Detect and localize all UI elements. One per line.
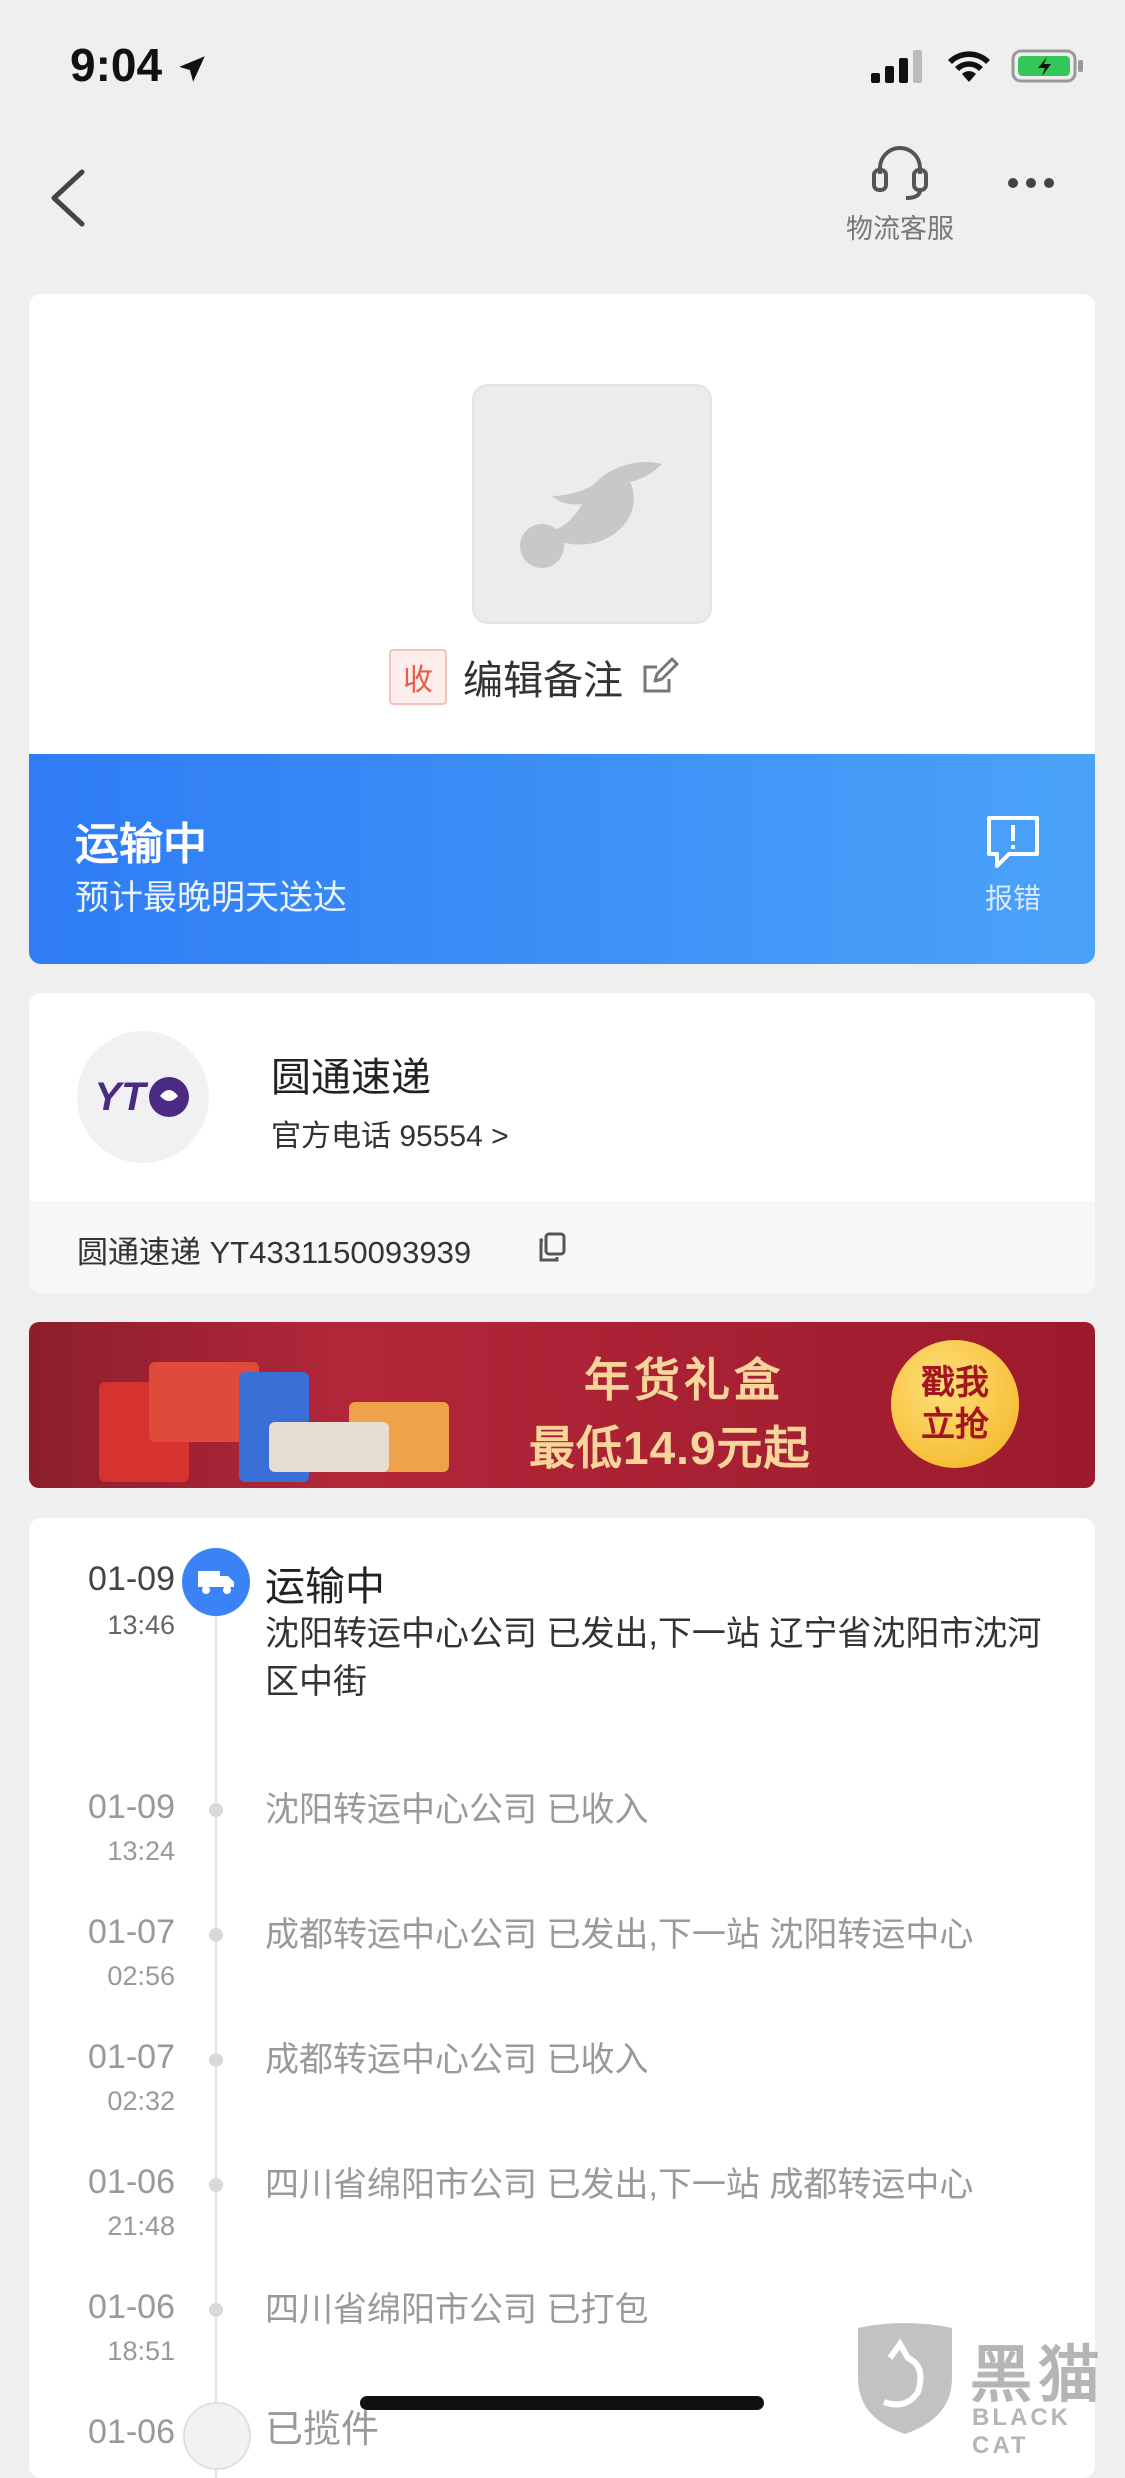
timeline-event-text: 沈阳转运中心公司 已收入 [265,1791,649,1829]
timeline-date: 01-09 [88,1560,175,1598]
package-image [472,384,712,624]
promo-grab-button[interactable]: 戳我立抢 [891,1340,1019,1468]
timeline-time: 02:32 [107,2086,175,2116]
timeline-date: 01-07 [88,2038,175,2076]
status-subtitle: 预计最晚明天送达 [75,879,347,917]
timeline-time: 13:46 [107,1610,175,1640]
delivery-status-banner: 运输中 预计最晚明天送达 报错 [29,754,1095,964]
courier-logo-mark [148,1077,189,1117]
timeline-date: 01-06 [88,2163,175,2201]
service-label: 物流客服 [846,214,954,244]
gift-box-image [99,1362,449,1482]
timeline-date: 01-06 [88,2413,175,2451]
timeline-time: 18:51 [107,2336,175,2366]
timeline-date: 01-07 [88,1913,175,1951]
timeline-time: 02:56 [107,1961,175,1991]
report-label: 报错 [984,883,1041,914]
promo-title: 年货礼盒 [584,1354,784,1406]
timeline-event-text: 成都转运中心公司 已发出,下一站 沈阳转运中心 [265,1916,974,1954]
promo-subtitle: 最低14.9元起 [529,1422,811,1474]
courier-name: 圆通速递 [271,1056,431,1100]
timeline-date: 01-09 [88,1788,175,1826]
timeline-time: 13:24 [107,1836,175,1866]
tracking-row: 圆通速递 YT4331150093939 [29,1201,1095,1293]
battery-icon [1011,49,1083,83]
watermark-subtext: BLACK CAT [972,2404,1071,2459]
note-row[interactable]: 收 编辑备注 [389,649,679,705]
status-icons [871,48,1085,84]
timeline-dot [209,2053,223,2067]
watermark-text: 黑猫 [970,2341,1107,2410]
signal-icon [871,50,922,83]
status-time: 9:04 [70,38,209,92]
timeline-date: 01-06 [88,2288,175,2326]
truck-icon [182,1548,250,1616]
watermark-logo: 黑猫 BLACK CAT [850,2318,1120,2459]
timeline-event-text: 四川省绵阳市公司 已发出,下一站 成都转运中心 [265,2166,974,2204]
report-error-button[interactable]: 报错 [973,814,1053,917]
courier-phone-link[interactable]: 官方电话 95554 > [271,1111,509,1155]
location-arrow-icon [179,56,205,82]
timeline-dot [209,1928,223,1942]
edit-icon[interactable] [639,657,679,697]
pickup-icon [183,2402,251,2470]
wifi-icon [948,51,990,82]
bird-placeholder-icon [520,462,662,568]
back-chevron-icon[interactable] [48,168,88,228]
home-indicator[interactable] [360,2396,764,2410]
timeline-time: 21:48 [107,2211,175,2241]
copy-icon[interactable] [537,1231,567,1263]
receive-badge: 收 [389,649,447,705]
report-icon [987,816,1039,868]
timeline-line [215,1588,217,2478]
timeline-dot [209,2303,223,2317]
courier-logo-text: YT [94,1074,146,1119]
timeline-dot [209,1803,223,1817]
timeline-current-detail: 沈阳转运中心公司 已发出,下一站 辽宁省沈阳市沈河区中街 [265,1615,1042,1701]
promo-banner[interactable]: 年货礼盒 最低14.9元起 戳我立抢 [29,1322,1095,1488]
courier-logo: YT [77,1031,209,1163]
more-options-icon[interactable] [1008,178,1054,188]
package-card: 收 编辑备注 运输中 预计最晚明天送达 报错 [29,294,1095,964]
timeline-dot [209,2178,223,2192]
timeline-event-text: 成都转运中心公司 已收入 [265,2041,649,2079]
logistics-service-button[interactable]: 物流客服 [840,140,960,246]
promo-button-label: 戳我立抢 [921,1364,989,1444]
black-cat-shield-icon [858,2323,952,2434]
tracking-number: 圆通速递 YT4331150093939 [77,1235,472,1270]
time-text: 9:04 [70,39,163,91]
headset-icon [872,146,928,200]
status-title: 运输中 [75,820,207,869]
edit-note-label: 编辑备注 [463,659,623,703]
courier-card: YT 圆通速递 官方电话 95554 > 圆通速递 YT433115009393… [29,993,1095,1293]
timeline-current-title: 运输中 [265,1565,385,1609]
